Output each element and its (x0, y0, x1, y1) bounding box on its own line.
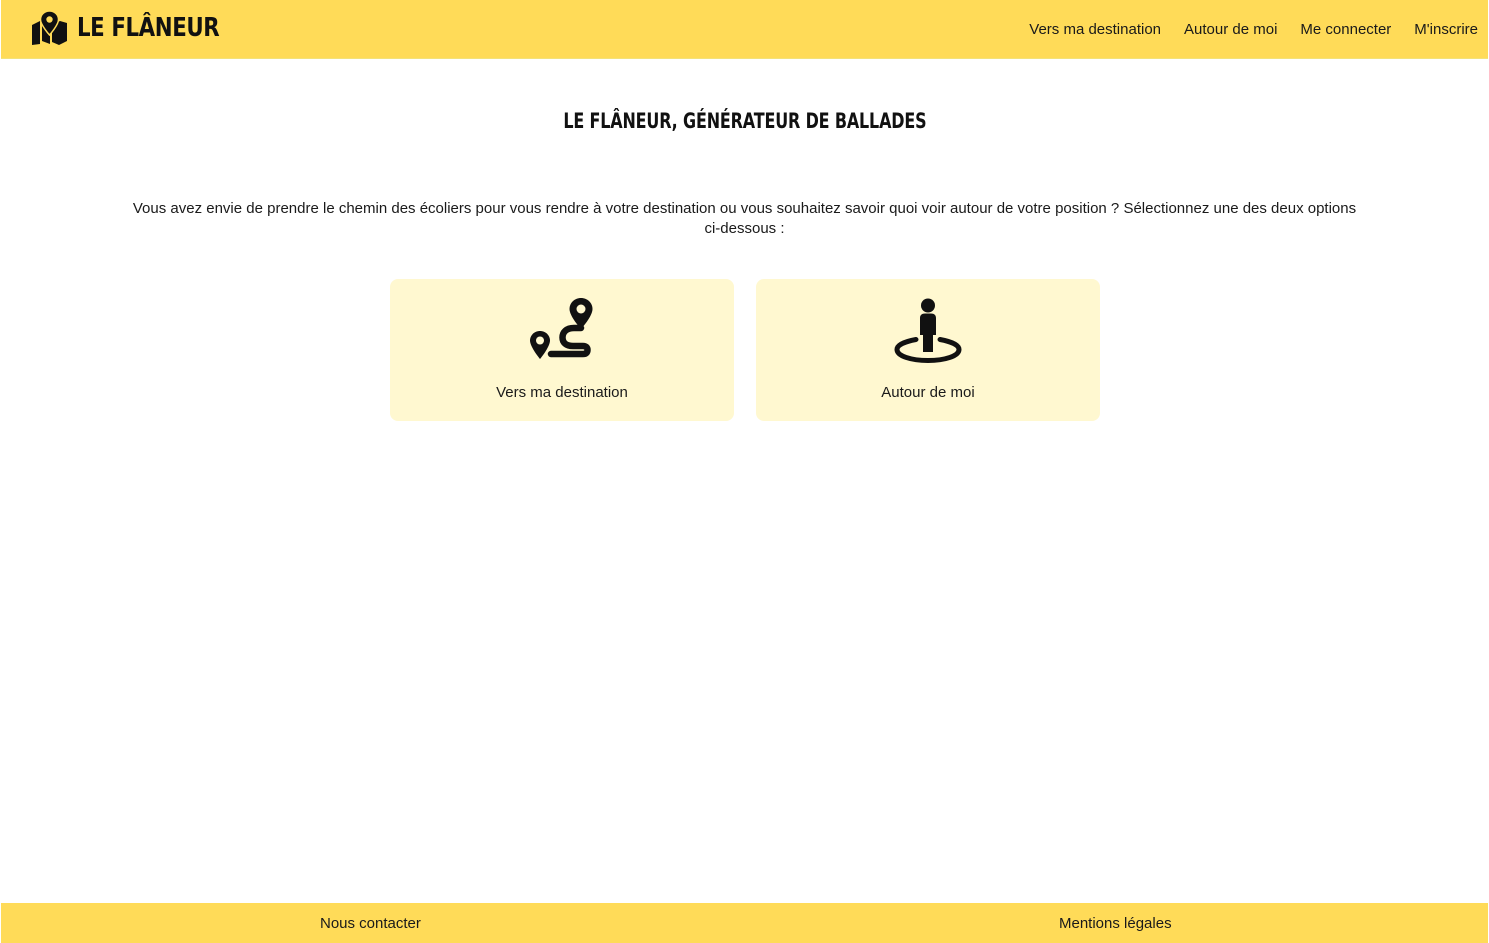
footer-legal-link[interactable]: Mentions légales (1059, 913, 1172, 935)
brand-name: LE FLÂNEUR (77, 13, 220, 43)
page: LE FLÂNEUR Vers ma destination Autour de… (0, 0, 1489, 943)
site-header: LE FLÂNEUR Vers ma destination Autour de… (1, 0, 1488, 59)
brand-link[interactable]: LE FLÂNEUR (31, 9, 250, 47)
option-destination-card[interactable]: Vers ma destination (390, 279, 734, 421)
street-view-icon (894, 298, 962, 363)
map-location-icon (32, 11, 67, 45)
site-footer: Nous contacter Mentions légales (1, 903, 1488, 943)
nav-login[interactable]: Me connecter (1300, 19, 1391, 41)
nav-destination[interactable]: Vers ma destination (1029, 19, 1161, 41)
page-title: LE FLÂNEUR, GÉNÉRATEUR DE BALLADES (0, 106, 1489, 136)
nav-around-me[interactable]: Autour de moi (1184, 19, 1277, 41)
main-nav: Vers ma destination Autour de moi Me con… (1029, 19, 1478, 41)
option-cards: Vers ma destination Autour de moi (390, 279, 1100, 421)
nav-signup[interactable]: M'inscrire (1414, 19, 1478, 41)
option-destination-label: Vers ma destination (496, 384, 628, 401)
page-title-text: LE FLÂNEUR, GÉNÉRATEUR DE BALLADES (562, 109, 927, 133)
intro-text: Vous avez envie de prendre le chemin des… (132, 200, 1357, 237)
footer-contact-link[interactable]: Nous contacter (320, 913, 421, 935)
option-around-me-card[interactable]: Autour de moi (756, 279, 1100, 421)
option-around-me-label: Autour de moi (881, 384, 975, 401)
route-icon (530, 298, 593, 359)
